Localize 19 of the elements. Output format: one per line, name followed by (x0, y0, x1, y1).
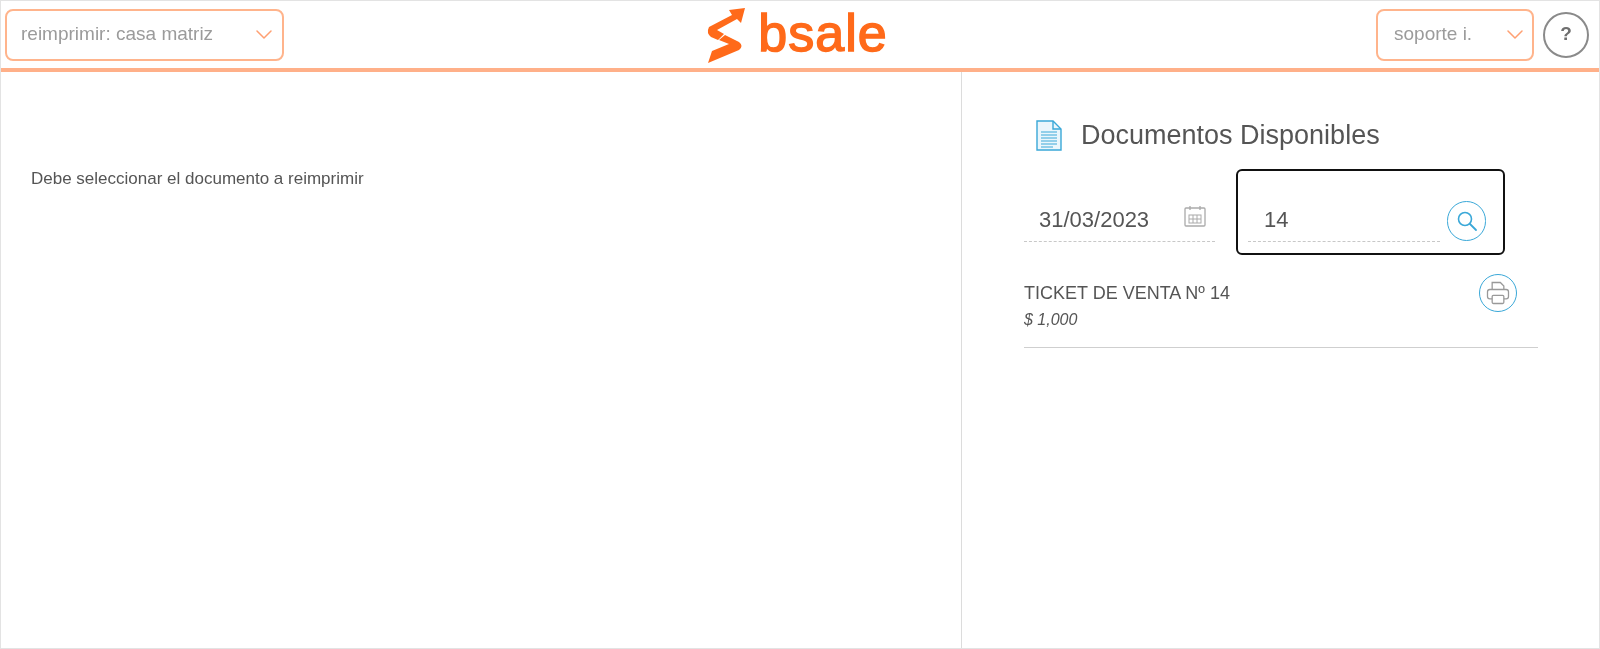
panel-title: Documentos Disponibles (1081, 122, 1380, 149)
document-icon (1036, 120, 1062, 151)
date-input[interactable]: 31/03/2023 (1024, 203, 1164, 236)
date-field[interactable]: 31/03/2023 (1024, 198, 1215, 242)
search-button[interactable] (1447, 201, 1486, 241)
chevron-down-icon (256, 30, 272, 39)
logo-wordmark: bsale (758, 6, 888, 63)
chevron-down-icon (1507, 30, 1523, 39)
document-number-input[interactable]: 14 (1248, 198, 1440, 242)
search-field[interactable]: 14 (1236, 169, 1505, 255)
document-amount: $ 1,000 (1024, 309, 1079, 330)
print-button[interactable] (1479, 274, 1517, 312)
instruction-message: Debe seleccionar el documento a reimprimir (31, 168, 364, 190)
printer-icon (1484, 279, 1512, 307)
help-button[interactable]: ? (1543, 11, 1589, 58)
document-title: TICKET DE VENTA Nº 14 (1024, 282, 1230, 305)
logo-mark-icon (706, 6, 747, 63)
search-icon (1455, 210, 1478, 232)
calendar-icon[interactable] (1183, 203, 1207, 228)
